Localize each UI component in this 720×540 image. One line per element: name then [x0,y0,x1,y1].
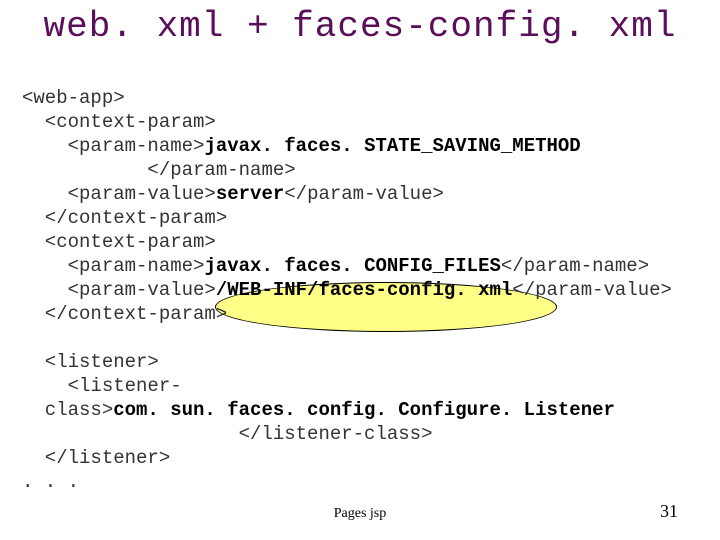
code-bold: /WEB-INF/faces-config. xml [216,279,512,301]
code-line: . . . [22,471,79,493]
code-line: <param-value> [22,183,216,205]
code-line: </context-param> [22,207,227,229]
code-line: <web-app> [22,87,125,109]
code-line: </param-value> [284,183,444,205]
page-number: 31 [660,501,678,522]
code-line: class> [22,399,113,421]
code-line: </param-name> [501,255,649,277]
code-line: </listener-class> [22,423,432,445]
code-line: <param-name> [22,135,204,157]
code-line: <context-param> [22,231,216,253]
code-line: </context-param> [22,303,227,325]
code-line: <param-value> [22,279,216,301]
code-bold: server [216,183,284,205]
code-line: <param-name> [22,255,204,277]
code-bold: com. sun. faces. config. Configure. List… [113,399,615,421]
code-line: <listener- [22,375,182,397]
code-line: <listener> [22,351,159,373]
slide-title: web. xml + faces-config. xml [0,6,720,47]
code-line: </param-value> [512,279,672,301]
code-line: </listener> [22,447,170,469]
code-line: </param-name> [22,159,296,181]
code-block: <web-app> <context-param> <param-name>ja… [22,86,702,494]
code-line: <context-param> [22,111,216,133]
code-bold: javax. faces. STATE_SAVING_METHOD [204,135,580,157]
code-bold: javax. faces. CONFIG_FILES [204,255,500,277]
footer-label: Pages jsp [0,506,720,522]
